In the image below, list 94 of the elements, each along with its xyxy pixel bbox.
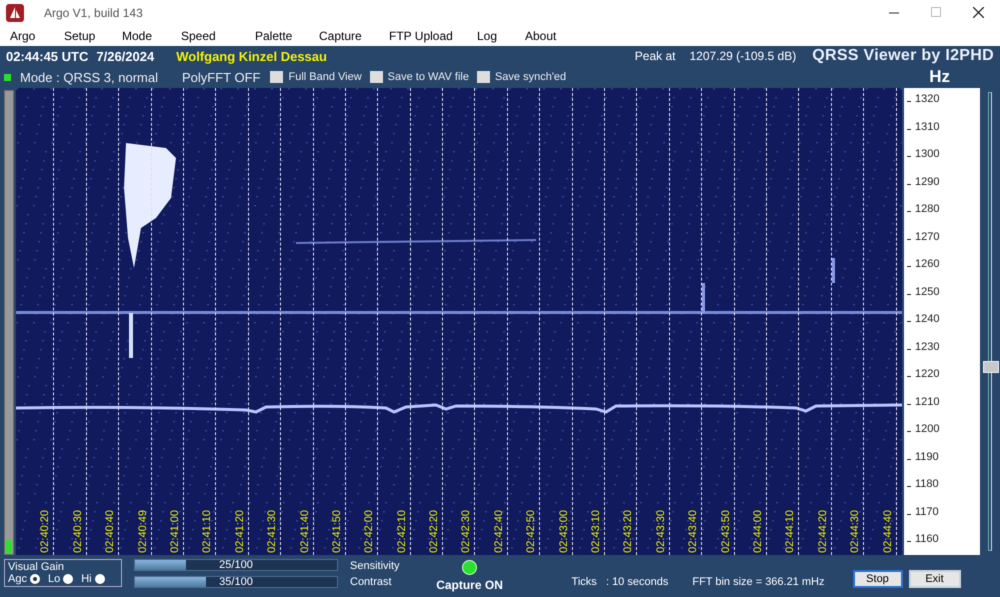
time-tick: 02:41:00 — [168, 510, 181, 553]
time-tick: 02:42:30 — [460, 510, 472, 553]
time-tick: 02:44:00 — [752, 510, 764, 553]
fft-bin-label: FFT bin size = 366.21 mHz — [692, 576, 824, 588]
frequency-label: 1160 — [915, 533, 939, 545]
unit-label: Hz — [929, 67, 950, 87]
slider-fill[interactable] — [135, 560, 186, 570]
slider-reading: 35/100 — [219, 576, 253, 588]
slider-label: Sensitivity — [350, 560, 400, 572]
radio-label: Agc — [8, 573, 27, 585]
exit-button[interactable]: Exit — [908, 570, 960, 588]
frequency-label: 1270 — [915, 230, 940, 242]
time-tick: 02:43:10 — [590, 510, 602, 553]
time-tick: 02:41:10 — [201, 510, 214, 553]
frequency-label: 1220 — [915, 368, 940, 380]
stop-button[interactable]: Stop — [852, 570, 902, 588]
radio-button[interactable] — [94, 574, 105, 584]
time-tick: 02:41:50 — [330, 510, 343, 553]
slider-label: Contrast — [350, 576, 393, 588]
frequency-label: 1280 — [915, 203, 940, 215]
radio-label: Lo — [48, 573, 60, 585]
time-tick: 02:41:30 — [266, 510, 278, 553]
menu-item[interactable]: Argo — [10, 29, 64, 43]
utc-time: 02:44:45 UTC — [6, 48, 88, 64]
frequency-label: 1210 — [915, 396, 940, 408]
date-label: 7/26/2024 — [96, 48, 154, 64]
checkbox-label: Save to WAV file — [388, 71, 469, 83]
frequency-label: 1230 — [915, 340, 940, 352]
checkbox[interactable] — [270, 71, 284, 83]
frequency-label: 1310 — [915, 120, 940, 132]
group-title: Visual Gain — [8, 561, 66, 573]
time-tick: 02:44:10 — [784, 510, 796, 553]
app-brand: QRSS Viewer by I2PHD — [812, 47, 994, 65]
checkbox[interactable] — [476, 71, 490, 83]
time-tick: 02:42:10 — [396, 510, 408, 553]
radio-button[interactable] — [63, 574, 74, 584]
menu-item[interactable]: FTP Upload — [389, 29, 477, 43]
frequency-label: 1300 — [915, 148, 940, 160]
time-tick: 02:43:50 — [720, 510, 732, 553]
ticks-label: Ticks : 10 seconds — [572, 576, 668, 588]
frequency-label: 1200 — [915, 423, 940, 435]
frequency-label: 1290 — [915, 176, 940, 188]
menu-item[interactable]: About — [525, 29, 585, 43]
frequency-label: 1320 — [915, 93, 940, 105]
menu-item[interactable]: Speed — [181, 29, 255, 43]
time-tick: 02:43:40 — [687, 510, 700, 553]
menu-item[interactable]: Setup — [64, 29, 122, 43]
frequency-label: 1190 — [915, 450, 939, 462]
frequency-label: 1180 — [915, 478, 939, 490]
slider-fill[interactable] — [135, 577, 206, 587]
time-tick: 02:42:00 — [363, 510, 376, 553]
time-tick: 02:42:40 — [492, 510, 505, 553]
frequency-label: 1250 — [915, 286, 940, 298]
checkbox-label: Full Band View — [288, 71, 362, 83]
radio-option[interactable]: Lo — [48, 573, 74, 585]
radio-label: Hi — [81, 573, 92, 585]
frequency-label: 1260 — [915, 258, 940, 270]
checkbox[interactable] — [370, 71, 383, 83]
time-tick: 02:41:40 — [298, 510, 311, 553]
radio-button[interactable] — [30, 574, 40, 584]
time-tick: 02:41:20 — [234, 510, 246, 553]
time-tick: 02:44:30 — [849, 510, 862, 553]
frequency-label: 1170 — [915, 506, 939, 518]
time-tick: 02:43:20 — [622, 510, 634, 553]
capture-status: Capture ON — [436, 578, 503, 592]
window-title: Argo V1, build 143 — [44, 6, 144, 20]
time-tick: 02:44:40 — [882, 510, 894, 553]
menu-item[interactable]: Palette — [255, 29, 319, 43]
station-name: Wolfgang Kinzel Dessau — [176, 48, 327, 64]
app-icon — [6, 4, 24, 22]
polyfft-label: PolyFFT OFF — [182, 70, 260, 84]
menu-item[interactable]: Capture — [319, 29, 389, 43]
menu-item[interactable]: Mode — [122, 29, 181, 43]
mode-label: Mode : QRSS 3, normal — [20, 70, 158, 84]
close-icon[interactable] — [973, 7, 984, 18]
slider-thumb[interactable] — [983, 361, 999, 374]
menu-item[interactable]: Log — [477, 29, 525, 43]
time-tick: 02:42:50 — [525, 510, 538, 553]
time-tick: 02:40:20 — [39, 510, 52, 553]
time-tick: 02:40:40 — [104, 510, 116, 553]
time-tick: 02:40:30 — [72, 510, 84, 553]
radio-option[interactable]: Hi — [81, 573, 105, 585]
time-tick: 02:44:20 — [816, 510, 829, 553]
slider-reading: 25/100 — [219, 559, 253, 571]
peak-label: Peak at — [634, 49, 676, 63]
frequency-label: 1240 — [915, 313, 940, 325]
time-tick: 02:43:00 — [558, 510, 570, 553]
radio-option[interactable]: Agc — [8, 573, 40, 585]
time-tick: 02:40:49 — [136, 510, 149, 553]
peak-value: 1207.29 (-109.5 dB) — [689, 49, 796, 63]
time-tick: 02:43:30 — [654, 510, 667, 553]
checkbox-label: Save synch'ed — [494, 71, 566, 83]
time-tick: 02:42:20 — [428, 510, 440, 553]
status-led — [4, 74, 11, 80]
